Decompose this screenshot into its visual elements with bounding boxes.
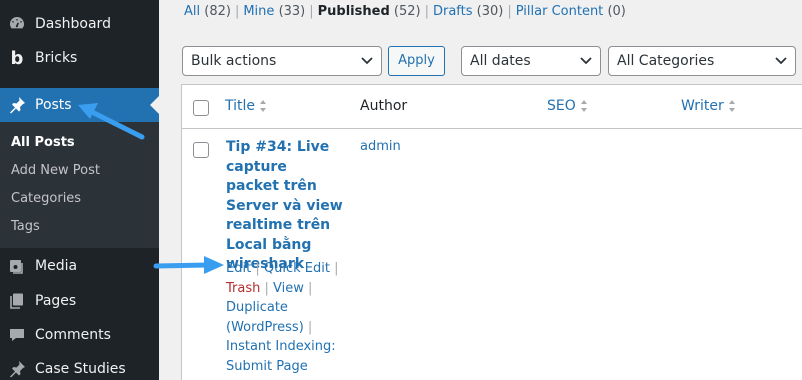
instant-indexing-link[interactable]: Instant Indexing: Submit Page [226,339,336,374]
dashboard-icon [8,15,26,33]
sort-icon [580,100,587,112]
sidebar-item-label: Case Studies [35,361,126,377]
chevron-down-icon [361,57,373,65]
posts-table: Title Author SEO Writer Tip #34: Live ca… [181,84,802,380]
sidebar-item-label: Pages [35,293,77,309]
main-content: All (82) | Mine (33) | Published (52) | Drafts… [159,0,802,380]
active-indicator [150,96,159,114]
submenu-categories[interactable]: Categories [11,191,81,206]
submenu-tags[interactable]: Tags [11,219,40,234]
apply-button[interactable]: Apply [388,46,445,76]
quick-edit-link[interactable]: Quick Edit [264,261,330,276]
trash-link[interactable]: Trash [226,281,260,296]
edit-link[interactable]: Edit [226,261,251,276]
sidebar-item-label: Posts [35,97,72,113]
pages-icon [8,292,26,310]
pin-icon [8,96,26,114]
filter-drafts[interactable]: Drafts (30) [433,4,503,19]
chevron-down-icon [580,57,592,65]
comment-icon [8,326,26,344]
column-title[interactable]: Title [225,98,267,114]
view-link[interactable]: View [273,281,304,296]
status-filters: All (82) | Mine (33) | Published (52) | Drafts… [184,4,626,19]
column-author: Author [360,98,408,114]
posts-submenu: All Posts Add New Post Categories Tags [0,122,159,248]
filter-pillar-content[interactable]: Pillar Content (0) [516,4,626,19]
sidebar-item-label: Dashboard [35,16,111,32]
post-title-link[interactable]: Tip #34: Live capture packet trên Server… [226,138,344,275]
sidebar-item-media[interactable]: Media [0,249,159,283]
row-checkbox[interactable] [193,142,209,158]
sidebar-item-pages[interactable]: Pages [0,284,159,318]
pin-icon [8,360,26,378]
dates-select[interactable]: All dates [461,46,601,76]
table-header: Title Author SEO Writer [182,85,802,129]
sidebar-item-label: Media [35,258,78,274]
sort-icon [728,100,735,112]
duplicate-link[interactable]: Duplicate (WordPress) [226,300,304,335]
row-actions: Edit | Quick Edit | Trash | View | Dupli… [226,261,339,374]
sidebar-item-label: Comments [35,327,111,343]
chevron-down-icon [775,57,787,65]
sidebar-item-posts[interactable]: Posts [0,88,159,122]
bricks-logo-icon: b [10,47,24,69]
select-all-checkbox[interactable] [193,100,209,116]
admin-sidebar: Dashboard b Bricks Posts All Posts Add N… [0,0,159,380]
sidebar-item-case-studies[interactable]: Case Studies [0,352,159,380]
column-writer[interactable]: Writer [681,98,736,114]
sidebar-item-label: Bricks [35,50,78,66]
sidebar-item-bricks[interactable]: b Bricks [0,41,159,75]
submenu-add-new-post[interactable]: Add New Post [11,163,100,178]
submenu-all-posts[interactable]: All Posts [11,135,75,150]
sort-icon [260,100,267,112]
media-icon [8,257,26,275]
filter-mine[interactable]: Mine (33) [243,4,305,19]
filter-published[interactable]: Published [318,4,390,19]
bulk-actions-select[interactable]: Bulk actions [182,46,382,76]
sidebar-item-dashboard[interactable]: Dashboard [0,7,159,41]
categories-select[interactable]: All Categories [608,46,796,76]
author-link[interactable]: admin [360,139,401,154]
column-seo[interactable]: SEO [547,98,588,114]
sidebar-item-comments[interactable]: Comments [0,318,159,352]
filter-all[interactable]: All (82) [184,4,231,19]
